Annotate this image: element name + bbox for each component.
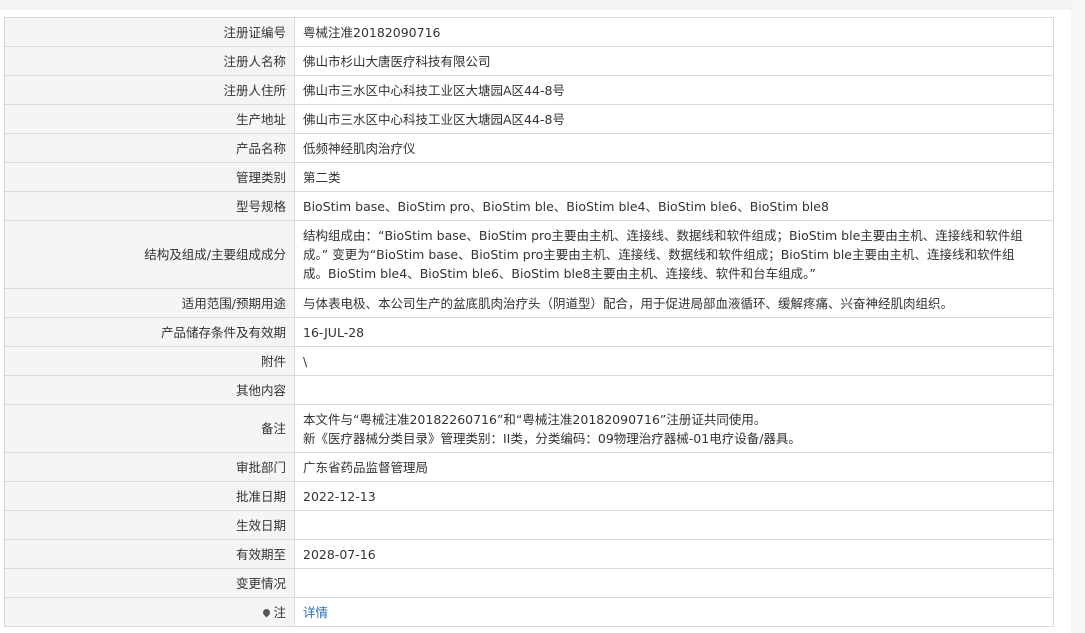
row-label: 注册人住所 <box>4 75 295 105</box>
table-row: 型号规格 BioStim base、BioStim pro、BioStim bl… <box>4 191 1054 221</box>
row-label: 批准日期 <box>4 481 295 511</box>
table-row: 产品储存条件及有效期 16-JUL-28 <box>4 317 1054 347</box>
table-row: 管理类别 第二类 <box>4 162 1054 192</box>
row-value: 第二类 <box>294 162 1054 192</box>
map-pin-icon <box>262 607 272 617</box>
table-row: 有效期至 2028-07-16 <box>4 539 1054 569</box>
note-label-cell: 注 <box>4 597 295 627</box>
top-bar <box>0 0 1085 10</box>
row-value: 16-JUL-28 <box>294 317 1054 347</box>
table-row: 注册人名称 佛山市杉山大唐医疗科技有限公司 <box>4 46 1054 76</box>
table-row: 产品名称 低频神经肌肉治疗仪 <box>4 133 1054 163</box>
table-row: 注册人住所 佛山市三水区中心科技工业区大塘园A区44-8号 <box>4 75 1054 105</box>
row-label: 有效期至 <box>4 539 295 569</box>
row-value: BioStim base、BioStim pro、BioStim ble、Bio… <box>294 191 1054 221</box>
row-value: 佛山市三水区中心科技工业区大塘园A区44-8号 <box>294 75 1054 105</box>
row-label: 产品储存条件及有效期 <box>4 317 295 347</box>
row-label: 注册证编号 <box>4 17 295 47</box>
row-label: 型号规格 <box>4 191 295 221</box>
row-value: 结构组成由：“BioStim base、BioStim pro主要由主机、连接线… <box>294 220 1054 289</box>
row-label: 产品名称 <box>4 133 295 163</box>
row-label: 备注 <box>4 404 295 453</box>
table-row: 注 详情 <box>4 597 1054 627</box>
table-row: 变更情况 <box>4 568 1054 598</box>
row-value: 低频神经肌肉治疗仪 <box>294 133 1054 163</box>
table-row: 附件 \ <box>4 346 1054 376</box>
table-row: 审批部门 广东省药品监督管理局 <box>4 452 1054 482</box>
table-row: 备注 本文件与“粤械注准20182260716”和“粤械注准2018209071… <box>4 404 1054 453</box>
registration-detail-table: 注册证编号 粤械注准20182090716 注册人名称 佛山市杉山大唐医疗科技有… <box>4 17 1054 627</box>
row-label: 注册人名称 <box>4 46 295 76</box>
row-value <box>294 375 1054 405</box>
row-value: \ <box>294 346 1054 376</box>
details-link[interactable]: 详情 <box>303 605 328 620</box>
row-label: 生效日期 <box>4 510 295 540</box>
row-label: 管理类别 <box>4 162 295 192</box>
row-label: 其他内容 <box>4 375 295 405</box>
row-value: 2022-12-13 <box>294 481 1054 511</box>
table-row: 其他内容 <box>4 375 1054 405</box>
row-label: 审批部门 <box>4 452 295 482</box>
row-value: 本文件与“粤械注准20182260716”和“粤械注准20182090716”注… <box>294 404 1054 453</box>
row-value: 2028-07-16 <box>294 539 1054 569</box>
table-row: 生产地址 佛山市三水区中心科技工业区大塘园A区44-8号 <box>4 104 1054 134</box>
row-label: 结构及组成/主要组成成分 <box>4 220 295 289</box>
table-row: 结构及组成/主要组成成分 结构组成由：“BioStim base、BioStim… <box>4 220 1054 289</box>
row-label: 附件 <box>4 346 295 376</box>
row-value <box>294 510 1054 540</box>
row-label: 注 <box>273 604 286 620</box>
row-value: 佛山市杉山大唐医疗科技有限公司 <box>294 46 1054 76</box>
row-value: 与体表电极、本公司生产的盆底肌肉治疗头（阴道型）配合，用于促进局部血液循环、缓解… <box>294 288 1054 318</box>
scrollbar-track[interactable] <box>1071 0 1085 633</box>
row-value: 粤械注准20182090716 <box>294 17 1054 47</box>
row-value <box>294 568 1054 598</box>
row-label: 变更情况 <box>4 568 295 598</box>
row-label: 适用范围/预期用途 <box>4 288 295 318</box>
row-value: 佛山市三水区中心科技工业区大塘园A区44-8号 <box>294 104 1054 134</box>
table-row: 生效日期 <box>4 510 1054 540</box>
table-row: 注册证编号 粤械注准20182090716 <box>4 17 1054 47</box>
row-value: 广东省药品监督管理局 <box>294 452 1054 482</box>
table-row: 批准日期 2022-12-13 <box>4 481 1054 511</box>
row-label: 生产地址 <box>4 104 295 134</box>
table-row: 适用范围/预期用途 与体表电极、本公司生产的盆底肌肉治疗头（阴道型）配合，用于促… <box>4 288 1054 318</box>
row-value: 详情 <box>294 597 1054 627</box>
